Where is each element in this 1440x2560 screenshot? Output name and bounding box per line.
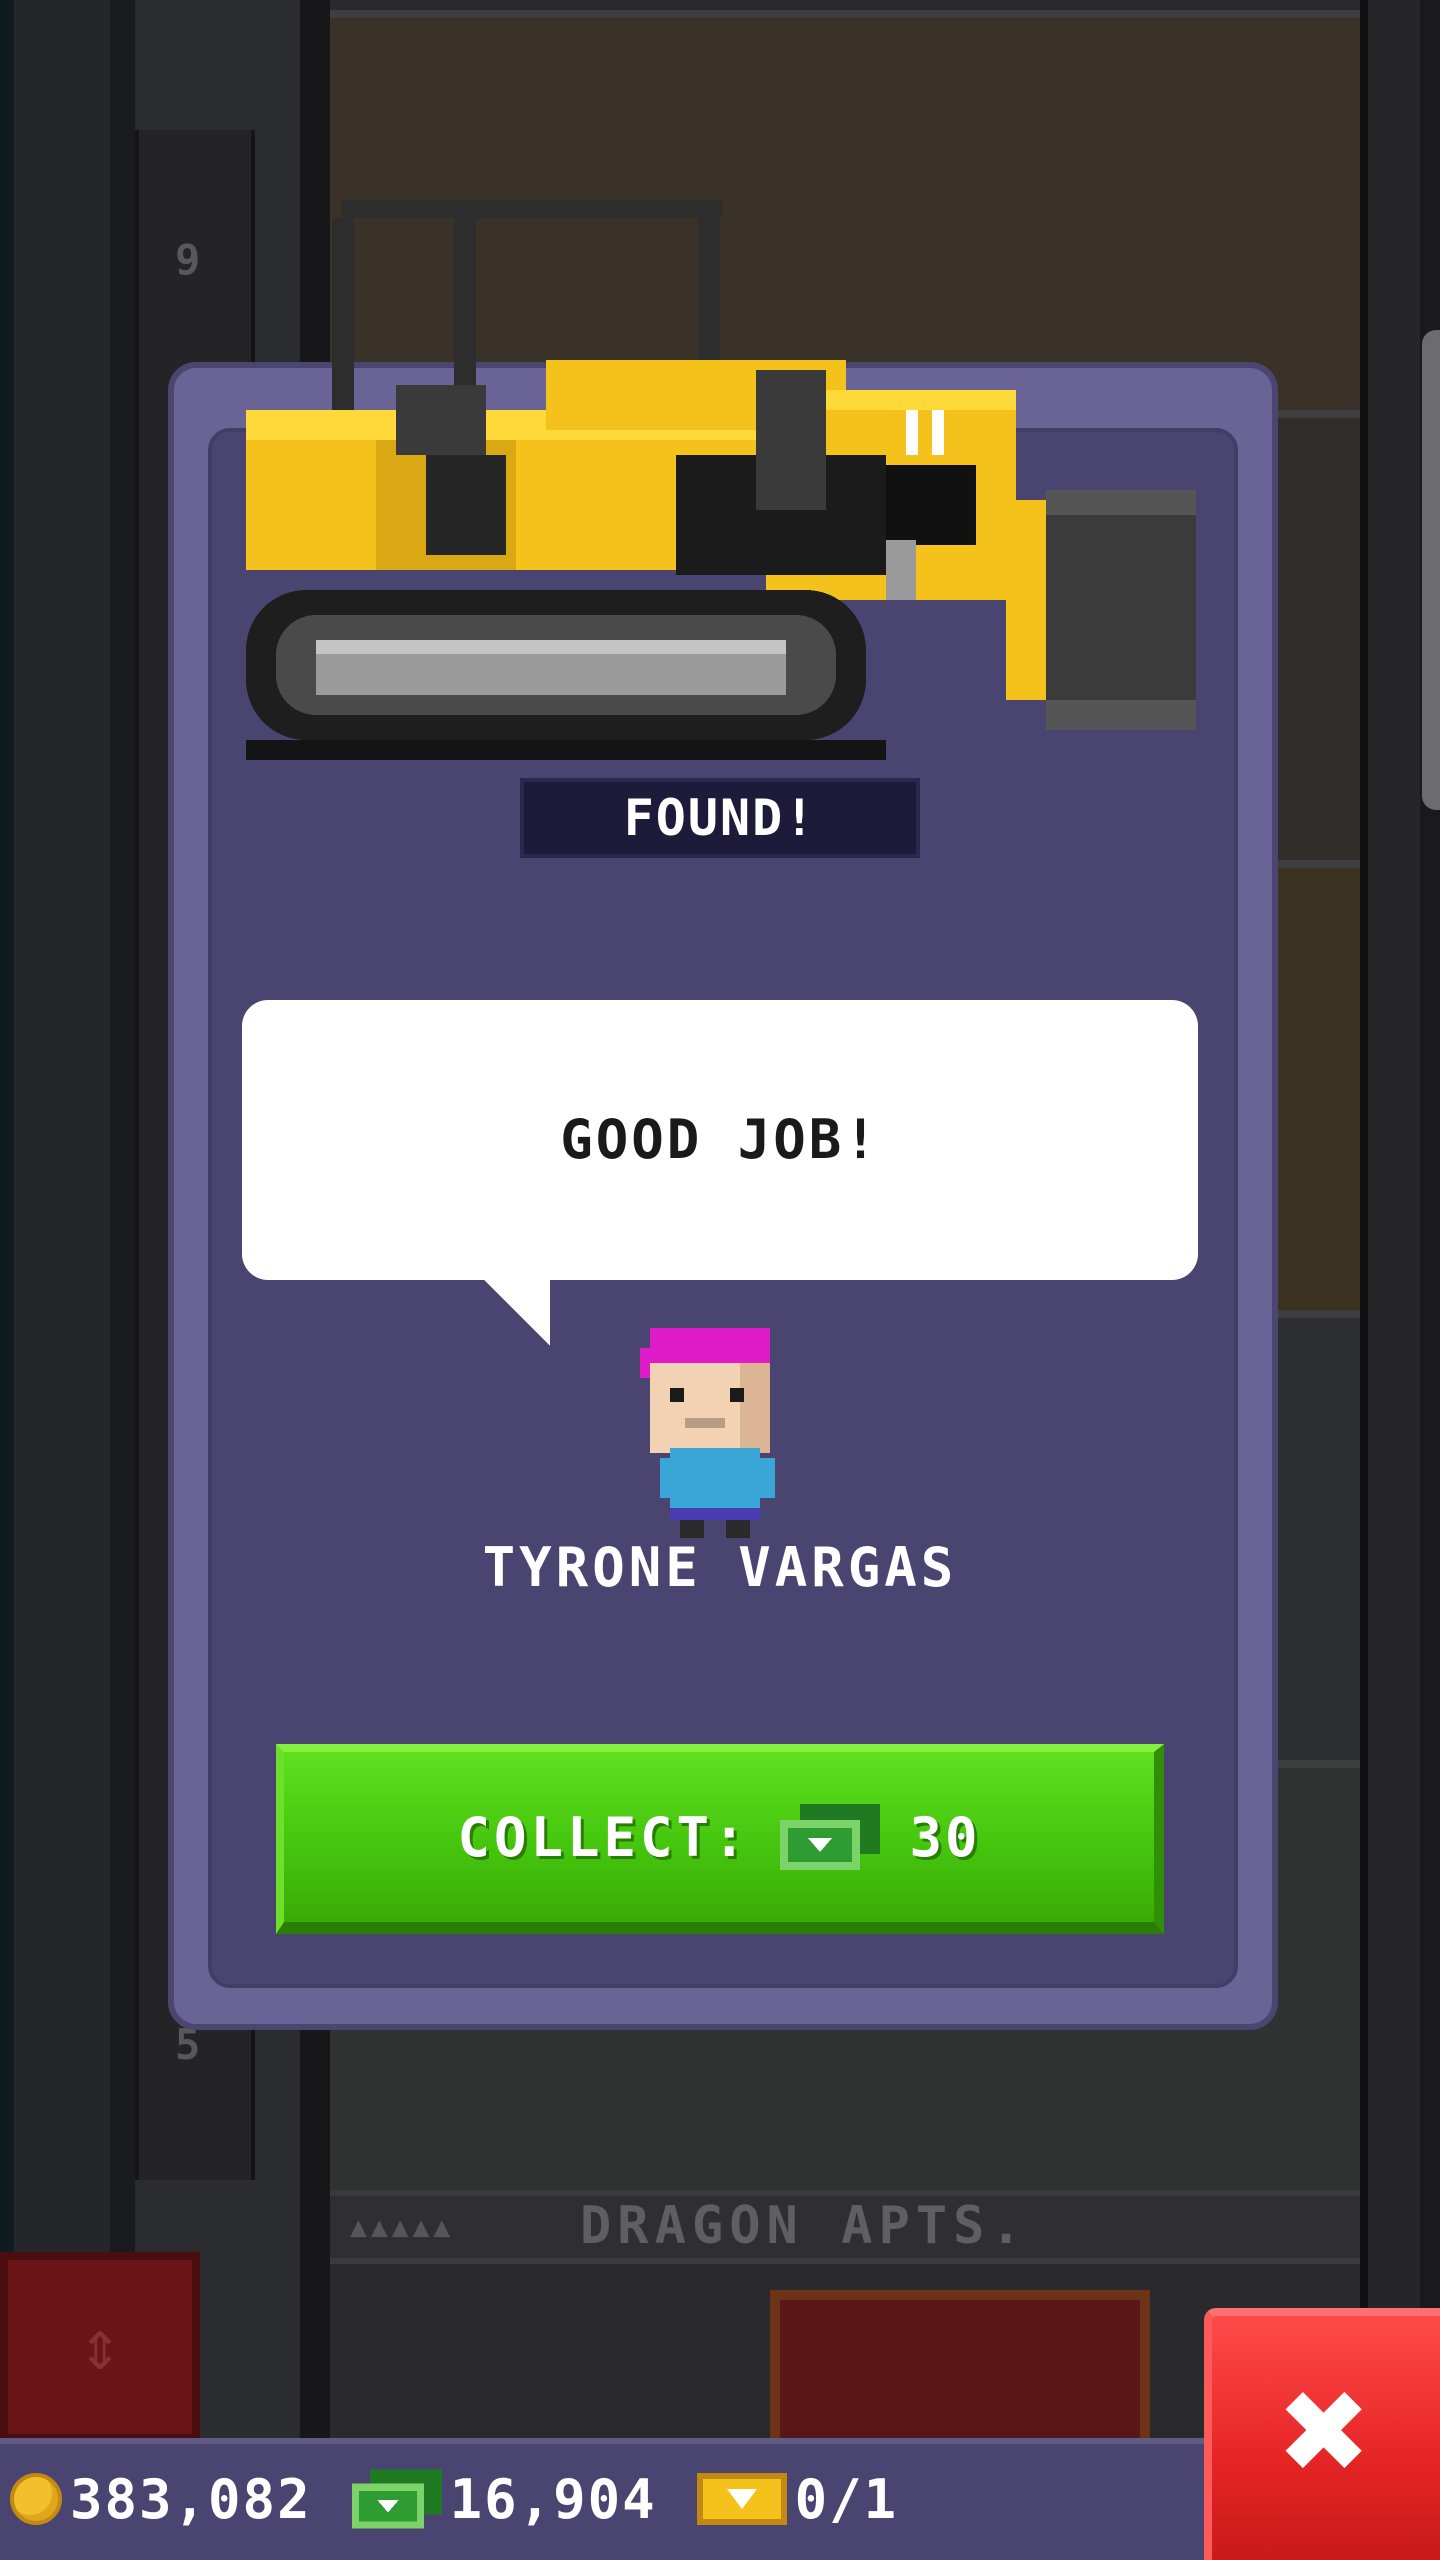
close-icon: ✖ xyxy=(1280,2344,1372,2518)
bux-icon xyxy=(779,1804,880,1870)
character-avatar xyxy=(640,1328,775,1538)
collect-button[interactable]: COLLECT: 30 xyxy=(276,1744,1164,1934)
floor-number: 9 xyxy=(175,235,201,284)
bux-value: 16,904 xyxy=(449,2467,657,2531)
speech-text: GOOD JOB! xyxy=(560,1108,880,1171)
dragon-rug-icon xyxy=(770,2290,1150,2450)
close-button[interactable]: ✖ xyxy=(1204,2308,1440,2560)
elevator-button[interactable]: ⇕ xyxy=(0,2252,200,2442)
coins-value: 383,082 xyxy=(70,2467,312,2531)
coin-icon xyxy=(10,2473,62,2525)
found-heading: FOUND! xyxy=(520,778,920,858)
collect-label: COLLECT: xyxy=(457,1805,750,1869)
collect-amount: 30 xyxy=(909,1805,981,1869)
speech-bubble: GOOD JOB! xyxy=(242,1000,1198,1280)
speech-tail-icon xyxy=(480,1276,550,1346)
residents-icon: ▲▲▲▲▲ xyxy=(350,2210,455,2243)
golden-ticket-icon xyxy=(696,2473,787,2525)
floor-banner-label: DRAGON APTS. xyxy=(580,2196,1028,2256)
bulldozer-icon xyxy=(246,200,1196,760)
vip-value: 0/1 xyxy=(794,2467,899,2531)
bux-icon xyxy=(351,2469,442,2529)
bux-stat: 16,904 xyxy=(351,2467,657,2531)
coins-stat: 383,082 xyxy=(10,2468,312,2531)
character-name: TYRONE VARGAS xyxy=(482,1536,958,1599)
vip-stat: 0/1 xyxy=(696,2467,899,2531)
side-menu-tab[interactable] xyxy=(1422,330,1440,810)
